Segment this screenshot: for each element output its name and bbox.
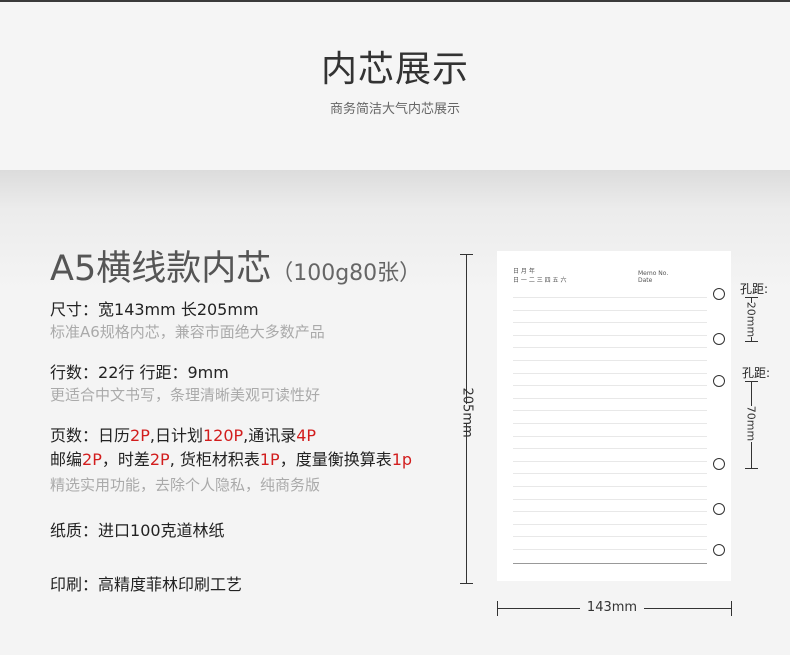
spec-size-value: 宽143mm 长205mm — [98, 300, 259, 319]
binder-hole — [713, 333, 725, 345]
binder-hole — [713, 375, 725, 387]
spec-size-label: 尺寸： — [50, 300, 99, 319]
spec-lines-note: 更适合中文书写，条理清晰美观可读性好 — [50, 386, 321, 404]
ruled-line — [513, 398, 707, 399]
sheet-header-days: 日 一 二 三 四 五 六 — [513, 277, 567, 284]
spec-lines-label: 行数： — [50, 363, 99, 382]
page-count: 120P — [202, 426, 244, 445]
spec-size: 尺寸：宽143mm 长205mm — [50, 296, 259, 320]
hole-spacing-label-1: 孔距: — [740, 282, 769, 296]
sheet-header-memo: Memo No. — [638, 270, 669, 277]
binder-hole — [713, 544, 725, 556]
spec-pages-label: 页数： — [50, 426, 99, 445]
ruled-line — [513, 549, 707, 550]
spec-print-label: 印刷： — [50, 575, 99, 594]
page-item-label: 日历 — [98, 426, 131, 445]
ruled-line — [513, 360, 707, 361]
binder-hole — [713, 288, 725, 300]
header-section: 内芯展示 商务简洁大气内芯展示 — [0, 2, 790, 170]
page-item-label: ,通讯录 — [243, 426, 297, 445]
hole-spacing-cap-2a — [745, 381, 758, 382]
page-item-label: ，度量衡换算表 — [279, 450, 392, 469]
ruled-line — [513, 461, 707, 462]
page-count: 1p — [391, 450, 413, 469]
ruled-line — [513, 486, 707, 487]
ruled-line — [513, 310, 707, 311]
page-subtitle: 商务简洁大气内芯展示 — [329, 102, 460, 117]
page-count: 2P — [82, 450, 102, 469]
ruled-line — [513, 473, 707, 474]
hole-spacing-value-small: 20mm — [744, 301, 758, 338]
page-item-label: ,日计划 — [149, 426, 203, 445]
sheet-header-date: Date — [638, 277, 653, 284]
spec-pages-items-1: 日历2P,日计划120P,通讯录4P — [98, 426, 316, 445]
ruled-line — [513, 511, 707, 512]
ruled-line — [513, 335, 707, 336]
notebook-page: 日 月 年 日 一 二 三 四 五 六 Memo No. Date — [497, 251, 731, 581]
spec-lines: 行数：22行 行距：9mm — [50, 359, 229, 383]
page-title: 内芯展示 — [320, 49, 469, 90]
height-dimension-cap-top — [460, 254, 473, 255]
page-count: 4P — [296, 426, 317, 445]
ruled-line — [513, 373, 707, 374]
spec-print-value: 高精度菲林印刷工艺 — [98, 575, 243, 594]
spec-pages-note: 精选实用功能，去除个人隐私，纯商务版 — [50, 476, 321, 494]
spec-lines-value: 22行 行距：9mm — [98, 363, 229, 382]
spec-paper: 纸质：进口100克道林纸 — [50, 517, 225, 541]
ruled-line — [513, 524, 707, 525]
hole-spacing-label-2: 孔距: — [742, 366, 771, 380]
spec-pages-line2: 邮编2P，时差2P, 货柜材积表1P，度量衡换算表1p — [50, 446, 412, 470]
ruled-line — [513, 322, 707, 323]
ruled-line — [513, 436, 707, 437]
ruled-line — [513, 448, 707, 449]
binder-hole — [713, 503, 725, 515]
page-count: 2P — [130, 426, 150, 445]
page-item-label: , 货柜材积表 — [169, 450, 260, 469]
spec-paper-label: 纸质： — [50, 521, 99, 540]
ruled-line — [513, 536, 707, 537]
ruled-line — [513, 297, 707, 298]
product-title: A5横线款内芯（100g80张） — [50, 240, 421, 291]
ruled-line — [513, 423, 707, 424]
spec-pages-items-2: 邮编2P，时差2P, 货柜材积表1P，度量衡换算表1p — [50, 450, 412, 469]
page-count: 1P — [259, 450, 280, 469]
hole-spacing-value-large: 70mm — [744, 405, 758, 442]
height-label: 205mm — [459, 387, 475, 438]
product-title-main: A5横线款内芯 — [50, 249, 272, 289]
page-item-label: ，时差 — [101, 450, 150, 469]
hole-spacing-cap-1b — [745, 341, 758, 342]
sheet-header-left: 日 月 年 — [513, 268, 535, 275]
width-label: 143mm — [586, 600, 638, 615]
page-count: 2P — [149, 450, 170, 469]
spec-paper-value: 进口100克道林纸 — [98, 521, 225, 540]
product-title-sub: （100g80张） — [271, 261, 422, 286]
hole-spacing-cap-2b — [745, 468, 758, 469]
ruled-line — [513, 410, 707, 411]
binder-hole — [713, 458, 725, 470]
height-dimension-cap-bottom — [460, 583, 473, 584]
width-dimension-cap-right — [731, 601, 732, 616]
page-item-label: 邮编 — [50, 450, 83, 469]
ruled-line — [513, 347, 707, 348]
bottom-rule — [513, 563, 707, 564]
spec-pages-line1: 页数：日历2P,日计划120P,通讯录4P — [50, 422, 316, 446]
spec-size-note: 标准A6规格内芯，兼容市面绝大多数产品 — [50, 323, 325, 341]
ruled-line — [513, 499, 707, 500]
width-dimension-cap-left — [497, 601, 498, 616]
hole-spacing-cap-1a — [745, 297, 758, 298]
ruled-line — [513, 385, 707, 386]
spec-print: 印刷：高精度菲林印刷工艺 — [50, 571, 242, 595]
